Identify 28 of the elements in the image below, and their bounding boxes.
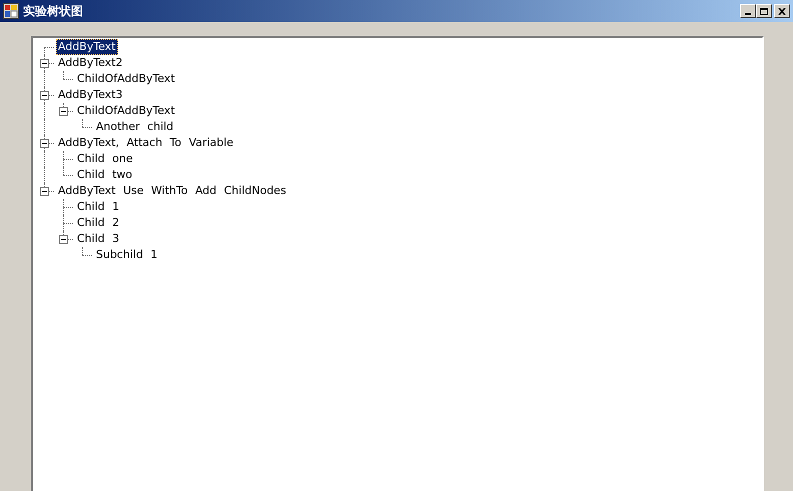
- tree-item[interactable]: AddByText: [56, 39, 118, 55]
- tree-item[interactable]: Subchild 1: [94, 247, 160, 263]
- tree-item[interactable]: ChildOfAddByText: [75, 71, 177, 87]
- maximize-icon: [760, 8, 768, 14]
- tree-item[interactable]: Child one: [75, 151, 135, 167]
- window-title: 实验树状图: [23, 3, 83, 20]
- close-icon: [778, 8, 786, 14]
- tree-item[interactable]: AddByText Use WithTo Add ChildNodes: [56, 183, 288, 199]
- tree-item[interactable]: Child 1: [75, 199, 122, 215]
- tree-item[interactable]: ChildOfAddByText: [75, 103, 177, 119]
- maximize-button[interactable]: [756, 4, 772, 18]
- tree-item[interactable]: AddByText3: [56, 87, 125, 103]
- minus-box-icon[interactable]: [59, 107, 68, 116]
- minus-box-icon[interactable]: [40, 187, 49, 196]
- tree-item[interactable]: Another child: [94, 119, 176, 135]
- minus-box-icon[interactable]: [40, 91, 49, 100]
- minus-box-icon[interactable]: [40, 139, 49, 148]
- minimize-button[interactable]: [740, 4, 756, 18]
- tree-item[interactable]: Child 2: [75, 215, 122, 231]
- tree-view[interactable]: AddByText AddByText2 ChildOfAddByText AddByText3 ChildOfAddByText Another child AddByText, Attach To Variable Child one Child two AddByText Use WithTo Add ChildNodes Child 1 Child 2 Child 3 Subchild 1: [31, 36, 764, 491]
- tree-item[interactable]: AddByText2: [56, 55, 125, 71]
- app-icon: [3, 3, 19, 19]
- tree-item[interactable]: Child two: [75, 167, 134, 183]
- tree-item[interactable]: Child 3: [75, 231, 122, 247]
- minus-box-icon[interactable]: [59, 235, 68, 244]
- minus-box-icon[interactable]: [40, 59, 49, 68]
- tree-item[interactable]: AddByText, Attach To Variable: [56, 135, 236, 151]
- close-button[interactable]: [774, 4, 790, 18]
